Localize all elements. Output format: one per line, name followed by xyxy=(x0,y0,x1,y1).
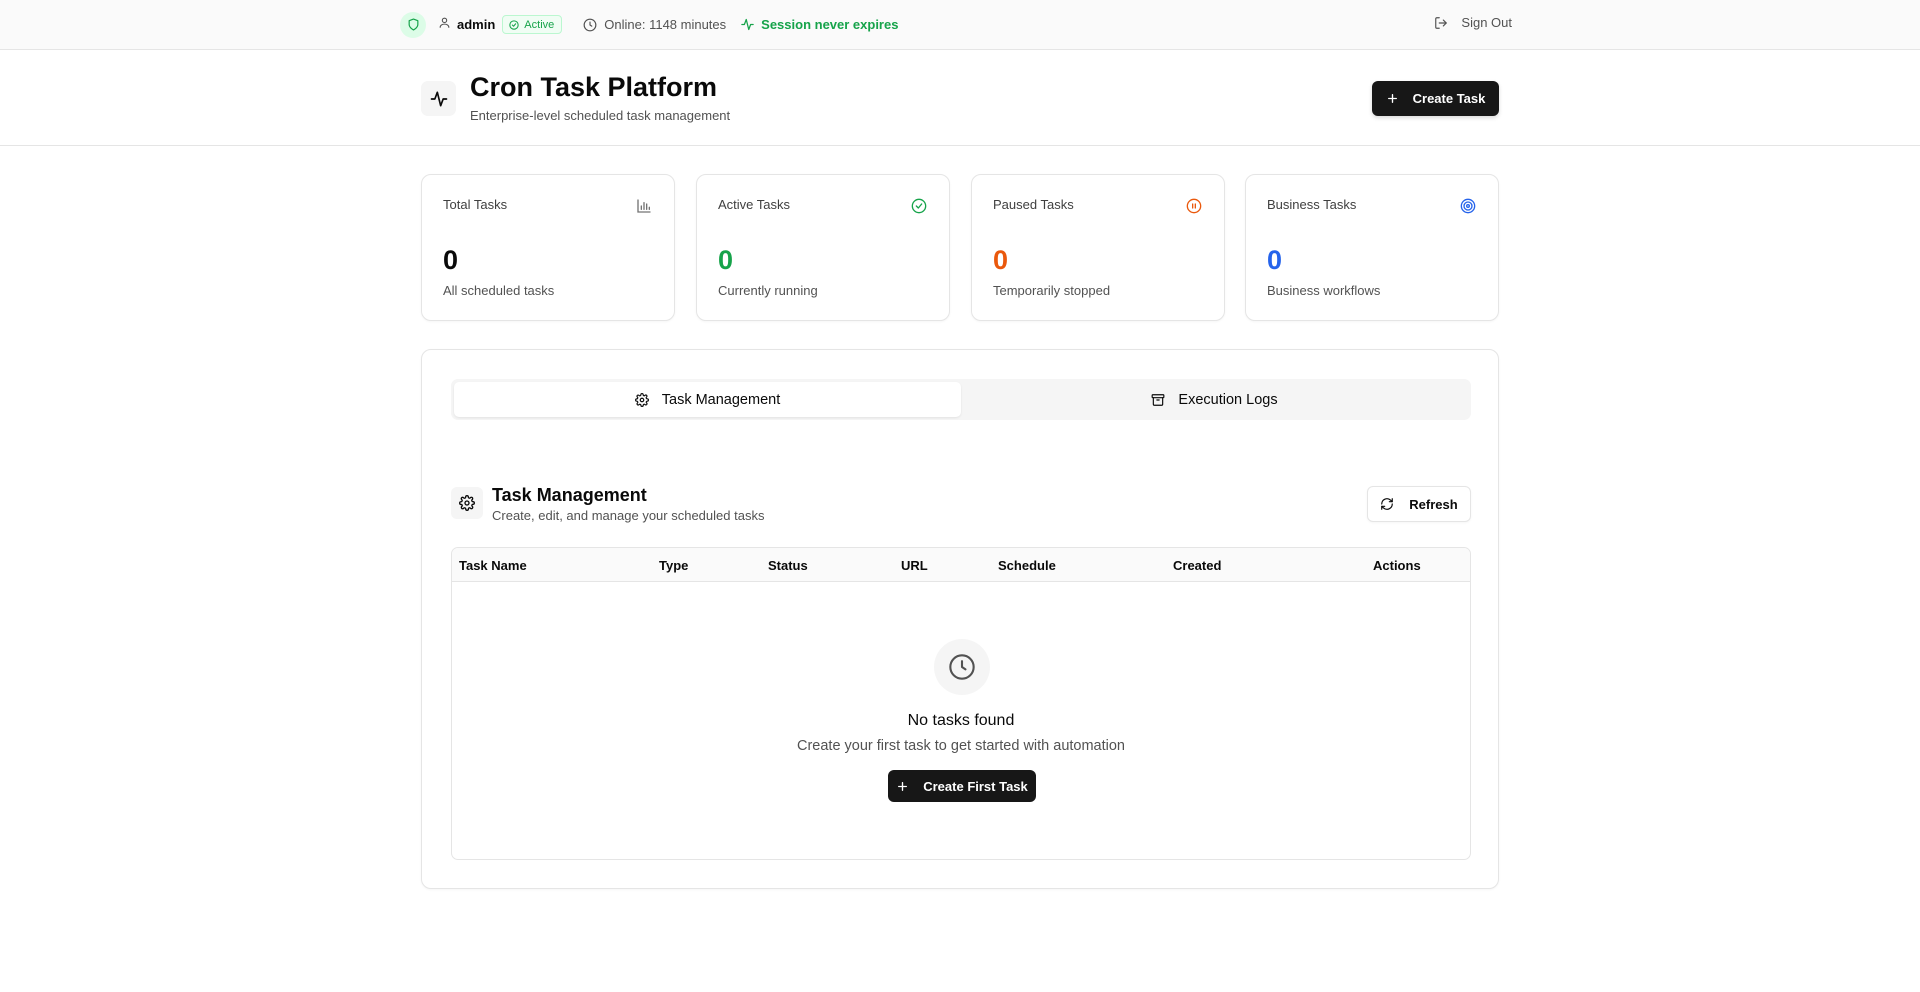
column-header-status[interactable]: Status xyxy=(768,558,808,573)
refresh-icon xyxy=(1381,498,1394,510)
page-subtitle: Enterprise-level scheduled task manageme… xyxy=(470,108,731,123)
plus-icon xyxy=(898,781,908,791)
top-bar-content: admin Active Online: 1148 minutes Sessio… xyxy=(400,0,1512,49)
stat-title: Paused Tasks xyxy=(993,197,1074,212)
plus-icon xyxy=(1387,94,1397,103)
tab-execution-logs[interactable]: Execution Logs xyxy=(961,382,1468,417)
activity-icon xyxy=(741,18,754,31)
gear-icon xyxy=(451,487,483,519)
refresh-button[interactable]: Refresh xyxy=(1367,486,1471,522)
stat-title: Business Tasks xyxy=(1267,197,1357,212)
create-first-task-label: Create First Task xyxy=(923,778,1028,794)
activity-icon xyxy=(421,81,456,116)
status-badge-label: Active xyxy=(524,18,555,31)
bar-chart-icon xyxy=(635,197,653,215)
task-table: Task Name Type Status URL Schedule Creat… xyxy=(451,547,1471,860)
pause-circle-icon xyxy=(1185,197,1203,215)
shield-icon xyxy=(400,11,426,38)
section-subtitle: Create, edit, and manage your scheduled … xyxy=(492,508,765,523)
user-icon xyxy=(438,16,451,34)
sign-out-icon xyxy=(1435,16,1448,29)
stat-card-business: Business Tasks 0 Business workflows xyxy=(1245,174,1499,321)
stat-title: Total Tasks xyxy=(443,197,508,212)
sign-out-button[interactable]: Sign Out xyxy=(1434,15,1512,30)
username: admin xyxy=(457,17,496,32)
column-header-actions: Actions xyxy=(1373,558,1421,573)
column-header-created[interactable]: Created xyxy=(1173,558,1221,573)
sign-out-label: Sign Out xyxy=(1461,15,1512,30)
stat-card-active: Active Tasks 0 Currently running xyxy=(696,174,950,321)
column-header-type[interactable]: Type xyxy=(659,558,688,573)
clock-icon xyxy=(583,18,597,31)
check-circle-icon xyxy=(910,197,928,215)
stat-card-paused: Paused Tasks 0 Temporarily stopped xyxy=(971,174,1225,321)
gear-icon xyxy=(634,392,649,407)
column-header-task-name[interactable]: Task Name xyxy=(459,558,527,573)
tab-list: Task Management Execution Logs xyxy=(451,379,1471,420)
stat-desc: Temporarily stopped xyxy=(993,283,1111,298)
page-header: Cron Task Platform Enterprise-level sche… xyxy=(0,50,1920,146)
session-status: Session never expires xyxy=(740,17,898,32)
stat-desc: Business workflows xyxy=(1267,283,1381,298)
empty-state-subtitle: Create your first task to get started wi… xyxy=(796,738,1125,754)
page-title: Cron Task Platform xyxy=(470,72,718,102)
target-icon xyxy=(1459,197,1477,215)
empty-state-title: No tasks found xyxy=(907,712,1015,729)
create-first-task-button[interactable]: Create First Task xyxy=(888,770,1036,802)
task-panel: Task Management Execution Logs Task Mana… xyxy=(421,349,1499,889)
stat-title: Active Tasks xyxy=(718,197,791,212)
tab-label: Execution Logs xyxy=(1178,391,1278,408)
archive-icon xyxy=(1152,393,1165,406)
column-header-schedule[interactable]: Schedule xyxy=(998,558,1056,573)
section-title: Task Management xyxy=(492,485,647,505)
tab-task-management[interactable]: Task Management xyxy=(454,382,961,417)
stat-value: 0 xyxy=(718,245,734,275)
table-header: Task Name Type Status URL Schedule Creat… xyxy=(452,548,1470,582)
create-task-label: Create Task xyxy=(1412,91,1486,106)
stat-card-total: Total Tasks 0 All scheduled tasks xyxy=(421,174,675,321)
column-header-url[interactable]: URL xyxy=(901,558,928,573)
status-badge: Active xyxy=(502,15,563,34)
online-time: Online: 1148 minutes xyxy=(583,17,726,32)
session-label: Session never expires xyxy=(761,17,899,32)
online-time-label: Online: 1148 minutes xyxy=(604,17,727,32)
clock-icon xyxy=(934,639,990,695)
top-bar: admin Active Online: 1148 minutes Sessio… xyxy=(0,0,1920,50)
check-circle-icon xyxy=(509,19,519,30)
stat-value: 0 xyxy=(993,245,1009,275)
stat-value: 0 xyxy=(443,245,459,275)
tab-label: Task Management xyxy=(661,391,781,408)
stat-desc: All scheduled tasks xyxy=(443,283,555,298)
stat-value: 0 xyxy=(1267,245,1283,275)
refresh-label: Refresh xyxy=(1409,496,1458,512)
create-task-button[interactable]: Create Task xyxy=(1372,81,1499,116)
stat-desc: Currently running xyxy=(718,283,818,298)
user-info: admin Active xyxy=(438,15,563,34)
